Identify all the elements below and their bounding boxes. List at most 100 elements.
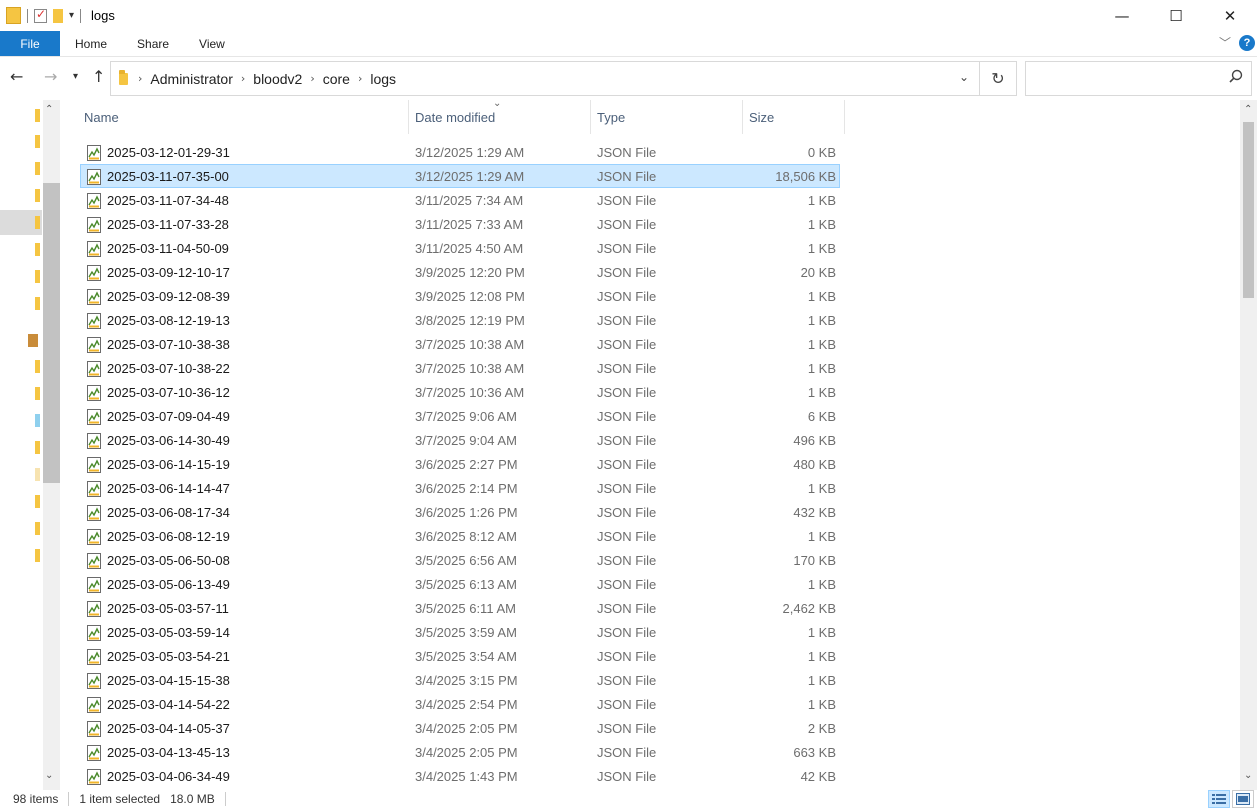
breadcrumb-logs[interactable]: logs — [370, 71, 396, 87]
file-row[interactable]: 2025-03-06-14-14-47 3/6/2025 2:14 PM JSO… — [80, 476, 840, 500]
expand-ribbon-chevron-icon[interactable]: ﹀ — [1219, 34, 1231, 51]
json-file-icon — [87, 169, 101, 185]
large-icons-view-button[interactable] — [1232, 790, 1254, 808]
file-row[interactable]: 2025-03-09-12-10-17 3/9/2025 12:20 PM JS… — [80, 260, 840, 284]
file-size: 1 KB — [807, 288, 836, 304]
file-row[interactable]: 2025-03-04-14-05-37 3/4/2025 2:05 PM JSO… — [80, 716, 840, 740]
address-dropdown-chevron-icon[interactable]: ⌄ — [959, 70, 969, 84]
file-row[interactable]: 2025-03-11-07-33-28 3/11/2025 7:33 AM JS… — [80, 212, 840, 236]
file-row[interactable]: 2025-03-04-14-54-22 3/4/2025 2:54 PM JSO… — [80, 692, 840, 716]
scrollbar-thumb[interactable] — [1243, 122, 1254, 298]
breadcrumb-bloodv2[interactable]: bloodv2 — [253, 71, 302, 87]
file-name: 2025-03-09-12-10-17 — [107, 264, 230, 280]
scroll-down-arrow-icon[interactable]: ⌄ — [1244, 770, 1252, 781]
refresh-button[interactable]: ↻ — [980, 61, 1017, 96]
tab-home[interactable]: Home — [60, 31, 122, 56]
recent-locations-chevron-icon[interactable]: ▾ — [73, 71, 78, 82]
file-row[interactable]: 2025-03-04-06-34-49 3/4/2025 1:43 PM JSO… — [80, 764, 840, 788]
file-row[interactable]: 2025-03-05-03-57-11 3/5/2025 6:11 AM JSO… — [80, 596, 840, 620]
file-row[interactable]: 2025-03-07-10-36-12 3/7/2025 10:36 AM JS… — [80, 380, 840, 404]
user-folder-icon[interactable] — [28, 334, 38, 347]
file-row[interactable]: 2025-03-12-01-29-31 3/12/2025 1:29 AM JS… — [80, 140, 840, 164]
tab-share[interactable]: Share — [122, 31, 184, 56]
scroll-up-arrow-icon[interactable]: ⌃ — [1244, 104, 1252, 115]
file-row[interactable]: 2025-03-05-03-59-14 3/5/2025 3:59 AM JSO… — [80, 620, 840, 644]
back-arrow-icon[interactable]: ← — [10, 67, 23, 86]
nav-folder-icon[interactable] — [35, 549, 40, 562]
chevron-right-icon[interactable]: › — [310, 72, 314, 85]
file-row[interactable]: 2025-03-06-14-15-19 3/6/2025 2:27 PM JSO… — [80, 452, 840, 476]
file-row[interactable]: 2025-03-11-07-35-00 3/12/2025 1:29 AM JS… — [80, 164, 840, 188]
details-view-button[interactable] — [1208, 790, 1230, 808]
nav-folder-icon[interactable] — [35, 270, 40, 283]
json-file-icon — [87, 601, 101, 617]
column-header-label: Name — [84, 109, 119, 125]
tab-file[interactable]: File — [0, 31, 60, 56]
file-row[interactable]: 2025-03-04-15-15-38 3/4/2025 3:15 PM JSO… — [80, 668, 840, 692]
column-header-type[interactable]: Type — [591, 100, 743, 134]
file-row[interactable]: 2025-03-05-06-13-49 3/5/2025 6:13 AM JSO… — [80, 572, 840, 596]
file-list-scrollbar[interactable]: ⌃ ⌄ — [1240, 100, 1257, 790]
file-row[interactable]: 2025-03-07-10-38-38 3/7/2025 10:38 AM JS… — [80, 332, 840, 356]
nav-folder-icon[interactable] — [35, 360, 40, 373]
breadcrumb-core[interactable]: core — [323, 71, 350, 87]
file-row[interactable]: 2025-03-07-09-04-49 3/7/2025 9:06 AM JSO… — [80, 404, 840, 428]
minimize-button[interactable]: — — [1095, 0, 1149, 31]
nav-folder-icon[interactable] — [35, 387, 40, 400]
file-row[interactable]: 2025-03-08-12-19-13 3/8/2025 12:19 PM JS… — [80, 308, 840, 332]
help-icon[interactable]: ? — [1239, 34, 1255, 51]
chevron-right-icon[interactable]: › — [358, 72, 362, 85]
up-arrow-icon[interactable]: ↑ — [92, 67, 105, 86]
search-input[interactable] — [1025, 61, 1252, 96]
nav-pane-scrollbar[interactable]: ⌃ ⌄ — [43, 100, 60, 790]
breadcrumb-administrator[interactable]: Administrator — [150, 71, 232, 87]
new-folder-icon[interactable] — [53, 8, 63, 23]
nav-folder-icon[interactable] — [35, 189, 40, 202]
column-header-date[interactable]: ⌄ Date modified — [409, 98, 591, 134]
nav-folder-icon[interactable] — [35, 216, 40, 229]
file-row[interactable]: 2025-03-06-08-17-34 3/6/2025 1:26 PM JSO… — [80, 500, 840, 524]
chevron-right-icon[interactable]: › — [138, 72, 142, 85]
file-name: 2025-03-04-14-54-22 — [107, 696, 230, 712]
nav-folder-icon[interactable] — [35, 135, 40, 148]
file-row[interactable]: 2025-03-09-12-08-39 3/9/2025 12:08 PM JS… — [80, 284, 840, 308]
forward-arrow-icon[interactable]: → — [44, 67, 57, 86]
drive-icon[interactable] — [35, 414, 40, 427]
nav-folder-icon[interactable] — [35, 441, 40, 454]
chevron-right-icon[interactable]: › — [241, 72, 245, 85]
maximize-button[interactable]: ☐ — [1149, 0, 1203, 31]
file-row[interactable]: 2025-03-11-04-50-09 3/11/2025 4:50 AM JS… — [80, 236, 840, 260]
nav-folder-icon[interactable] — [35, 109, 40, 122]
file-row[interactable]: 2025-03-06-14-30-49 3/7/2025 9:04 AM JSO… — [80, 428, 840, 452]
file-date-modified: 3/11/2025 4:50 AM — [415, 240, 524, 256]
file-row[interactable]: 2025-03-04-13-45-13 3/4/2025 2:05 PM JSO… — [80, 740, 840, 764]
json-file-icon — [87, 241, 101, 257]
nav-folder-icon[interactable] — [35, 468, 40, 481]
file-date-modified: 3/11/2025 7:34 AM — [415, 192, 524, 208]
column-header-name[interactable]: Name — [78, 100, 409, 134]
scroll-up-arrow-icon[interactable]: ⌃ — [45, 104, 53, 115]
file-name: 2025-03-04-14-05-37 — [107, 720, 230, 736]
nav-folder-icon[interactable] — [35, 297, 40, 310]
json-file-icon — [87, 697, 101, 713]
json-file-icon — [87, 217, 101, 233]
scroll-down-arrow-icon[interactable]: ⌄ — [45, 770, 53, 781]
nav-folder-icon[interactable] — [35, 522, 40, 535]
address-bar[interactable]: › Administrator › bloodv2 › core › logs … — [110, 61, 980, 96]
file-row[interactable]: 2025-03-05-06-50-08 3/5/2025 6:56 AM JSO… — [80, 548, 840, 572]
nav-folder-icon[interactable] — [35, 162, 40, 175]
file-row[interactable]: 2025-03-06-08-12-19 3/6/2025 8:12 AM JSO… — [80, 524, 840, 548]
file-type: JSON File — [597, 600, 657, 616]
nav-folder-icon[interactable] — [35, 495, 40, 508]
tab-view[interactable]: View — [184, 31, 240, 56]
file-name: 2025-03-05-03-57-11 — [107, 600, 229, 616]
scrollbar-thumb[interactable] — [43, 183, 60, 483]
file-row[interactable]: 2025-03-11-07-34-48 3/11/2025 7:34 AM JS… — [80, 188, 840, 212]
nav-folder-icon[interactable] — [35, 243, 40, 256]
properties-icon[interactable] — [34, 7, 47, 23]
file-row[interactable]: 2025-03-05-03-54-21 3/5/2025 3:54 AM JSO… — [80, 644, 840, 668]
close-button[interactable]: ✕ — [1203, 0, 1257, 31]
column-header-size[interactable]: Size — [743, 100, 845, 134]
customize-toolbar-arrow-icon[interactable]: ▾ — [69, 10, 74, 21]
file-row[interactable]: 2025-03-07-10-38-22 3/7/2025 10:38 AM JS… — [80, 356, 840, 380]
